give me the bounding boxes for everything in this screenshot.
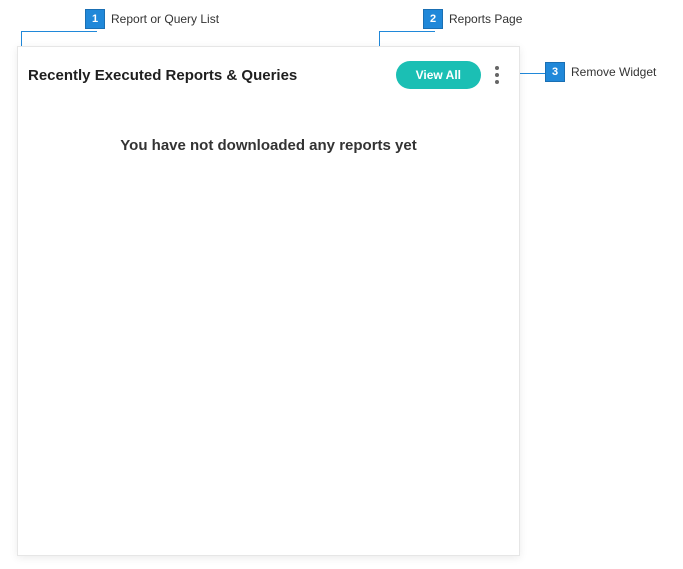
callout-1: 1 Report or Query List [85,9,219,29]
callout-badge-3: 3 [545,62,565,82]
callout-label-1: Report or Query List [111,12,219,26]
callout-label-2: Reports Page [449,12,522,26]
callout-label-3: Remove Widget [571,65,656,79]
callout-badge-2: 2 [423,9,443,29]
view-all-button[interactable]: View All [396,61,481,89]
empty-state-message: You have not downloaded any reports yet [38,137,499,154]
more-options-icon[interactable] [491,62,503,88]
callout-1-line-h [21,31,97,32]
callout-2-line-h [379,31,435,32]
callout-badge-1: 1 [85,9,105,29]
widget-title: Recently Executed Reports & Queries [28,67,297,84]
widget-header: Recently Executed Reports & Queries View… [18,47,519,97]
callout-2: 2 Reports Page [423,9,522,29]
callout-3: 3 Remove Widget [545,62,656,82]
reports-widget-card: Recently Executed Reports & Queries View… [17,46,520,556]
widget-header-actions: View All [396,61,503,89]
widget-body: You have not downloaded any reports yet [18,97,519,194]
